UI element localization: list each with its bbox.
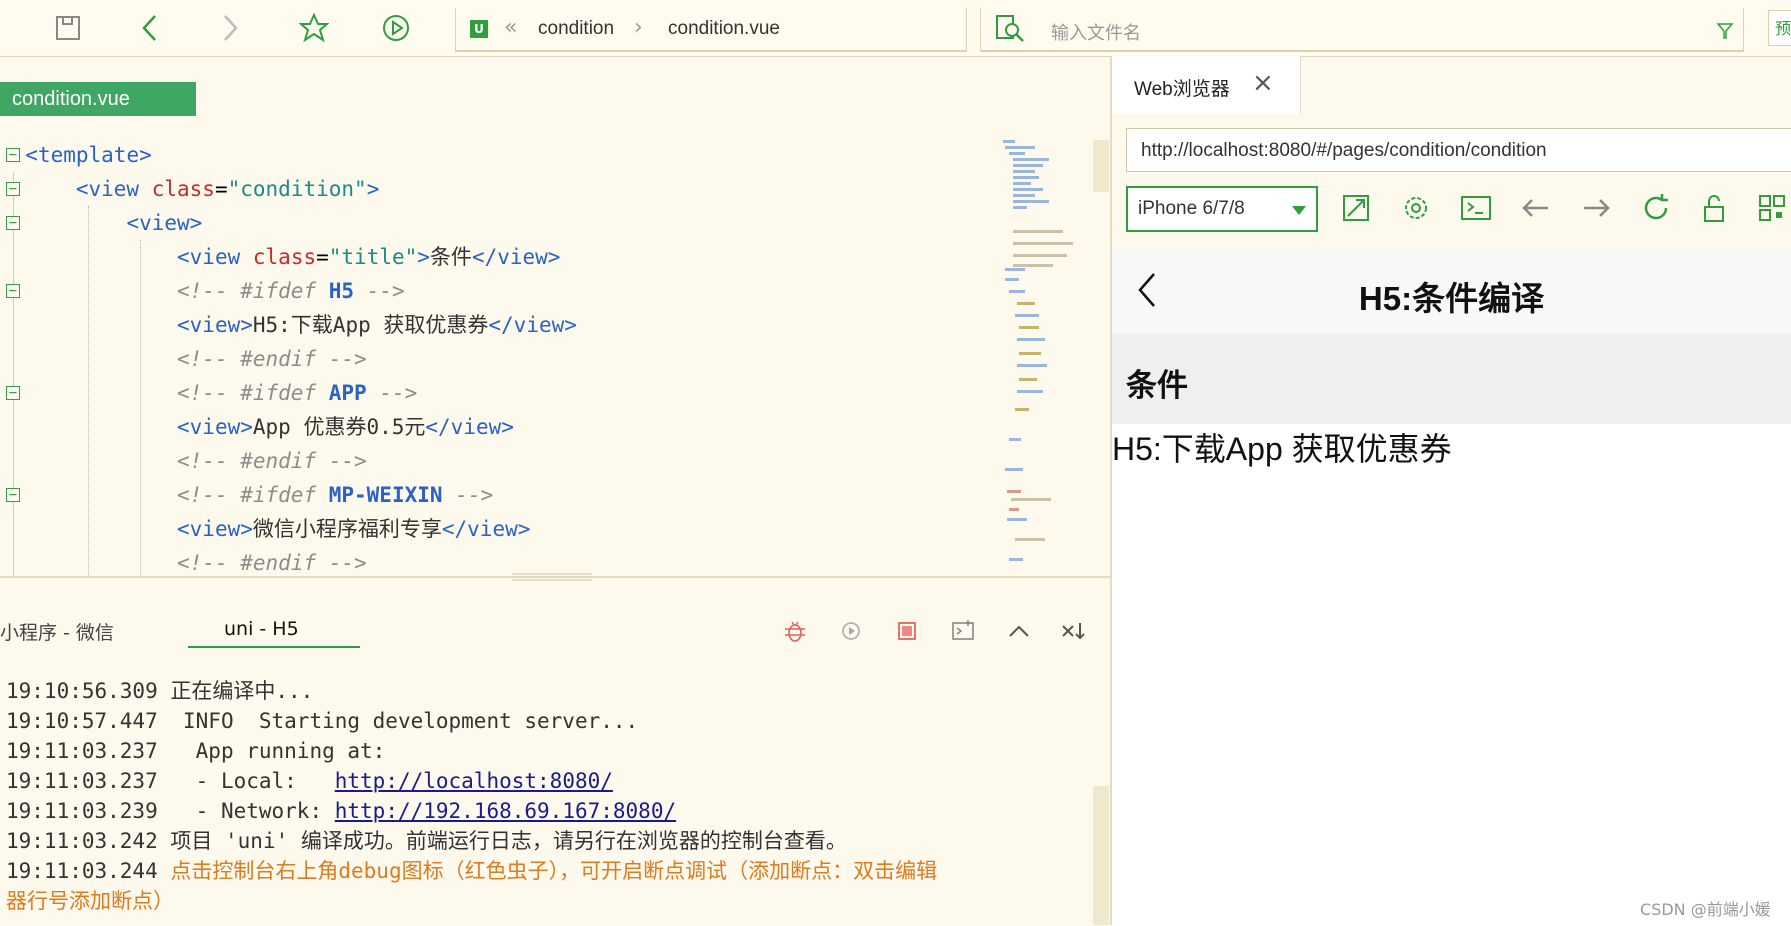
save-icon[interactable] bbox=[50, 10, 86, 46]
h5-section-title: 条件 bbox=[1112, 334, 1791, 424]
console-line: 19:11:03.244 点击控制台右上角debug图标（红色虫子），可开启断点… bbox=[6, 859, 938, 883]
code-line: <view>H5:下载App 获取优惠券</view> bbox=[177, 313, 577, 337]
file-search-input[interactable]: 输入文件名 bbox=[980, 8, 1744, 52]
top-toolbar: U « condition › condition.vue 输入文件名 预 bbox=[0, 0, 1791, 57]
code-line: − <view> bbox=[0, 206, 202, 240]
star-icon[interactable] bbox=[296, 10, 332, 46]
close-icon[interactable]: × bbox=[1252, 68, 1274, 98]
code-line: − <view class="condition"> bbox=[0, 172, 379, 206]
device-select-value: iPhone 6/7/8 bbox=[1138, 198, 1245, 219]
console-icon[interactable] bbox=[1458, 190, 1494, 226]
file-search-icon bbox=[996, 15, 1024, 42]
debug-bug-icon[interactable] bbox=[782, 618, 808, 644]
h5-section-title-text: 条件 bbox=[1126, 368, 1188, 404]
code-line: <!-- #endif --> bbox=[177, 551, 367, 575]
breadcrumb-item[interactable]: condition bbox=[538, 18, 614, 40]
h5-nav-title: H5:条件编译 bbox=[1358, 280, 1545, 317]
back-icon[interactable] bbox=[132, 10, 168, 46]
filter-icon[interactable] bbox=[1716, 22, 1734, 40]
code-line: <!-- #endif --> bbox=[177, 449, 367, 473]
double-chevron-left-icon[interactable]: « bbox=[504, 15, 517, 40]
console-line: 19:11:03.239 - Network: http://192.168.6… bbox=[6, 799, 677, 823]
address-bar[interactable]: http://localhost:8080/#/pages/condition/… bbox=[1126, 128, 1791, 172]
code-editor[interactable]: − <template> − <view class="condition"> … bbox=[0, 138, 990, 576]
editor-tab-condition-vue[interactable]: condition.vue bbox=[0, 82, 196, 116]
code-line: − <!-- #ifdef APP --> bbox=[0, 376, 417, 410]
qrcode-icon[interactable] bbox=[1754, 190, 1791, 226]
chevron-right-icon: › bbox=[634, 15, 643, 40]
toolbar-overflow-button[interactable]: 预 bbox=[1768, 10, 1791, 46]
uni-project-icon: U bbox=[470, 20, 488, 38]
device-select[interactable]: iPhone 6/7/8 bbox=[1126, 186, 1318, 232]
console-line: 19:11:03.237 - Local: http://localhost:8… bbox=[6, 769, 613, 793]
console-line: 19:11:03.242 项目 'uni' 编译成功。前端运行日志，请另行在浏览… bbox=[6, 829, 847, 853]
code-line: <!-- #endif --> bbox=[177, 347, 367, 371]
console-line: 19:10:56.309 正在编译中... bbox=[6, 679, 314, 703]
splitter-grip[interactable] bbox=[512, 572, 592, 582]
editor-scrollbar[interactable] bbox=[1093, 140, 1109, 192]
browser-tab-label: Web浏览器 bbox=[1134, 79, 1230, 100]
active-tab-indicator bbox=[188, 646, 360, 648]
breadcrumb: U « condition › condition.vue bbox=[455, 8, 967, 52]
gear-icon[interactable] bbox=[1398, 190, 1434, 226]
run-icon[interactable] bbox=[378, 10, 414, 46]
h5-body-text: H5:下载App 获取优惠券 bbox=[1112, 431, 1452, 467]
breadcrumb-item[interactable]: condition.vue bbox=[668, 18, 780, 40]
code-line: <view class="title">条件</view> bbox=[177, 245, 561, 269]
code-line: − <template> bbox=[0, 138, 152, 172]
console-line: 19:10:57.447 INFO Starting development s… bbox=[6, 709, 639, 733]
stop-icon[interactable] bbox=[894, 618, 920, 644]
code-line: <view>微信小程序福利专享</view> bbox=[177, 517, 531, 541]
console-output[interactable]: 19:10:56.309 正在编译中... 19:10:57.447 INFO … bbox=[0, 676, 1095, 925]
tab-uni-h5[interactable]: uni - H5 bbox=[224, 618, 299, 640]
code-minimap[interactable] bbox=[995, 138, 1095, 576]
tab-mp-weixin[interactable]: 小程序 - 微信 bbox=[0, 618, 114, 645]
forward-icon[interactable] bbox=[212, 10, 248, 46]
open-external-icon[interactable] bbox=[1338, 190, 1374, 226]
code-line: − <!-- #ifdef H5 --> bbox=[0, 274, 405, 308]
console-tab-bar: 小程序 - 微信 uni - H5 bbox=[0, 600, 1110, 650]
local-url-link[interactable]: http://localhost:8080/ bbox=[335, 769, 613, 793]
chevron-up-icon[interactable] bbox=[1006, 618, 1032, 644]
file-search-placeholder: 输入文件名 bbox=[1051, 23, 1141, 44]
refresh-icon[interactable] bbox=[1638, 190, 1674, 226]
chevron-down-icon bbox=[1292, 206, 1306, 215]
network-url-link[interactable]: http://192.168.69.167:8080/ bbox=[335, 799, 676, 823]
restart-icon[interactable] bbox=[838, 618, 864, 644]
watermark: CSDN @前端小媛 bbox=[1640, 900, 1771, 919]
terminal-icon[interactable] bbox=[950, 618, 976, 644]
tab-web-browser[interactable]: Web浏览器 × bbox=[1112, 56, 1301, 114]
code-line: <view>App 优惠券0.5元</view> bbox=[177, 415, 514, 439]
arrow-left-icon[interactable] bbox=[1518, 190, 1554, 226]
console-scrollbar[interactable] bbox=[1093, 786, 1109, 925]
clear-console-icon[interactable] bbox=[1060, 618, 1088, 644]
unlock-icon[interactable] bbox=[1696, 190, 1732, 226]
code-line: − <!-- #ifdef MP-WEIXIN --> bbox=[0, 478, 493, 512]
console-line-continuation: 器行号添加断点） bbox=[6, 889, 174, 913]
console-line: 19:11:03.237 App running at: bbox=[6, 739, 386, 763]
arrow-right-icon[interactable] bbox=[1578, 190, 1614, 226]
